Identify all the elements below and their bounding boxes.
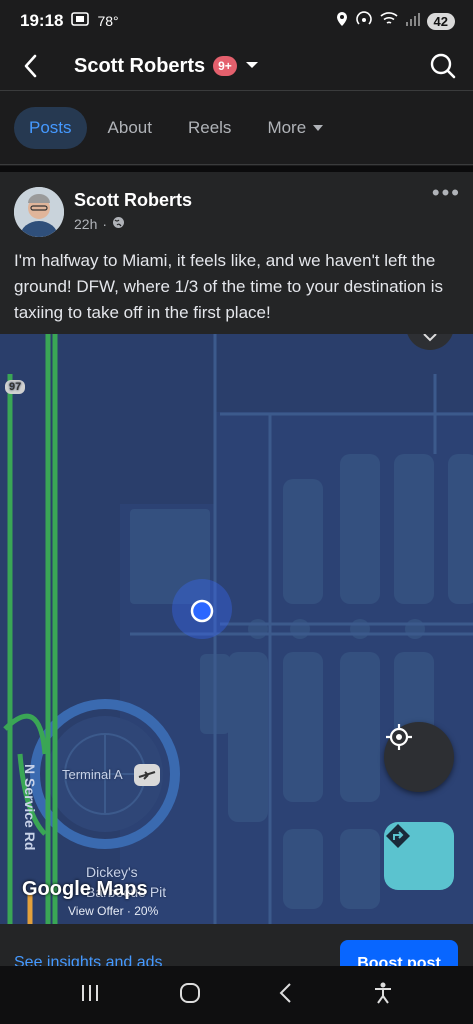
post-time[interactable]: 22h — [74, 216, 97, 232]
status-bar: 19:18 78° 42 — [0, 0, 473, 42]
divider — [0, 90, 473, 91]
avatar[interactable] — [14, 187, 64, 237]
tab-posts[interactable]: Posts — [14, 107, 87, 149]
search-icon — [430, 53, 456, 79]
caret-down-icon[interactable] — [245, 57, 259, 75]
terminal-label: Terminal A — [62, 767, 123, 782]
screenshot-icon — [71, 11, 90, 32]
road-label: N Service Rd — [22, 764, 38, 851]
profile-tabs: Posts About Reels More — [0, 100, 473, 156]
post-actions-bar: See insights and ads Boost post — [0, 924, 473, 966]
route-shield: 97 — [5, 380, 26, 394]
post-meta: 22h · — [74, 216, 125, 232]
post-card: Scott Roberts 22h · ••• I'm halfway to M… — [0, 172, 473, 495]
page-title[interactable]: Scott Roberts — [74, 55, 205, 78]
post-text: I'm halfway to Miami, it feels like, and… — [14, 251, 443, 322]
notification-badge: 9+ — [213, 56, 237, 76]
offer-label[interactable]: View Offer · 20% — [68, 904, 158, 918]
tab-about[interactable]: About — [93, 107, 167, 149]
recent-apps-icon[interactable] — [79, 983, 101, 1008]
boost-post-button[interactable]: Boost post — [340, 940, 458, 966]
directions-icon — [386, 824, 410, 848]
my-location-button[interactable] — [384, 722, 454, 792]
google-maps-attribution: Google Maps — [22, 878, 148, 900]
accessibility-icon[interactable] — [372, 981, 394, 1010]
wifi-icon — [379, 11, 399, 32]
location-icon — [335, 11, 349, 32]
system-nav-bar — [0, 966, 473, 1024]
airport-icon — [134, 764, 160, 786]
caret-down-icon — [313, 125, 324, 131]
tab-more[interactable]: More — [252, 107, 339, 149]
compass-button[interactable] — [406, 334, 454, 350]
divider — [0, 164, 473, 165]
profile-header: Scott Roberts 9+ — [0, 42, 473, 90]
hotspot-icon — [355, 10, 373, 32]
crosshair-icon — [386, 724, 412, 750]
status-time: 19:18 — [20, 11, 64, 30]
tab-reels[interactable]: Reels — [173, 107, 246, 149]
battery-indicator: 42 — [426, 12, 455, 30]
directions-button[interactable] — [384, 822, 454, 890]
home-icon[interactable] — [179, 982, 201, 1009]
back-nav-icon[interactable] — [278, 982, 294, 1009]
status-temperature: 78° — [97, 13, 119, 29]
back-button[interactable] — [16, 52, 44, 80]
globe-icon — [112, 216, 125, 232]
insights-link[interactable]: See insights and ads — [14, 954, 163, 966]
search-button[interactable] — [429, 52, 457, 80]
signal-icon — [405, 11, 421, 32]
chevron-left-icon — [24, 54, 37, 78]
map-embed[interactable]: N Service Rd 97 Terminal A Dickey's Barb… — [0, 334, 473, 924]
more-options-icon[interactable]: ••• — [432, 182, 461, 204]
post-author[interactable]: Scott Roberts — [74, 190, 192, 211]
